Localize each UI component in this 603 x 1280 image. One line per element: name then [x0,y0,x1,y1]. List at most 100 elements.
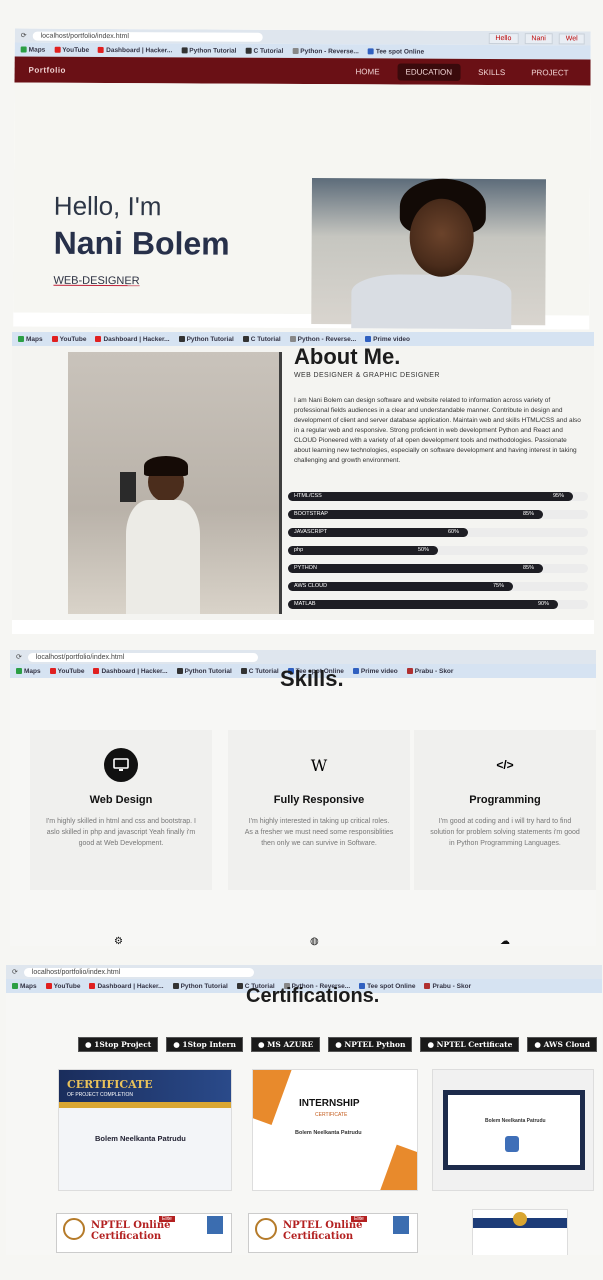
service-text: I'm highly interested in taking up criti… [244,818,394,847]
nptel-seal-icon [255,1218,277,1240]
about-subtitle: WEB DESIGNER & GRAPHIC DESIGNER [294,372,440,379]
about-paragraph: I am Nani Bolem can design software and … [294,397,581,464]
nav-home[interactable]: HOME [348,63,388,80]
cert-recipient: Bolem Neelkanta Patrudu [295,1130,362,1136]
service-card-web-design: Web Design I'm highly skilled in html an… [30,730,212,890]
cert-recipient: Bolem Neelkanta Patrudu [485,1118,546,1124]
nav-skills[interactable]: SKILLS [470,63,513,80]
service-card-responsive: W Fully Responsive I'm highly interested… [228,730,410,890]
bookmark-teespot[interactable]: Tee spot Online [367,48,424,55]
globe-icon: ◍ [310,936,319,946]
bookmark-prabu[interactable]: Prabu - Skor [424,983,471,990]
certifications-title: Certifications. [246,985,380,1007]
skill-bar-fill [288,564,543,573]
about-photo [68,352,282,614]
certifications-section: Certifications. ● 1Stop Project ● 1Stop … [6,985,602,1255]
bookmark-reverse[interactable]: Python - Reverse... [289,336,356,343]
reload-icon[interactable]: ⟳ [12,968,18,976]
code-icon: </> [496,758,514,772]
skill-label: HTML/CSS [294,493,322,499]
bookmark-prabu[interactable]: Prabu - Skor [406,668,453,675]
reload-icon[interactable]: ⟳ [16,653,22,661]
bookmark-python[interactable]: Python Tutorial [176,668,232,675]
bookmark-maps[interactable]: Maps [20,46,45,53]
skill-bar: php 50% [288,546,588,555]
filter-1stop-intern[interactable]: ● 1Stop Intern [166,1037,243,1052]
address-bar[interactable]: localhost/portfolio/index.html [23,967,254,977]
bookmark-dashboard[interactable]: Dashboard | Hacker... [95,336,170,343]
service-title: Fully Responsive [273,794,365,806]
reload-icon[interactable]: ⟳ [21,32,27,40]
nav-project[interactable]: PROJECT [523,64,576,81]
bookmark-python[interactable]: Python Tutorial [178,336,234,343]
about-screenshot: Maps YouTube Dashboard | Hacker... Pytho… [12,332,594,634]
address-bar[interactable]: localhost/portfolio/index.html [32,31,263,42]
services-section: Skills. Web Design I'm highly skilled in… [10,666,596,946]
cloud-icon: ☁ [500,936,510,946]
filter-nptel-certificate[interactable]: ● NPTEL Certificate [420,1037,520,1052]
skill-bars: HTML/CSS 95% BOOTSTRAP 85% JAVASCRIPT 60% php 5… [288,492,588,618]
cert-heading: CERTIFICATE [67,1078,153,1091]
cert-azure[interactable]: Bolem Neelkanta Patrudu [432,1069,594,1191]
service-title: Web Design [89,794,153,806]
site-logo[interactable]: Portfolio [29,65,66,74]
monitor-icon [104,748,138,782]
bookmark-youtube[interactable]: YouTube [54,46,89,53]
bookmark-maps[interactable]: Maps [16,668,41,675]
bookmark-python[interactable]: Python Tutorial [181,47,236,54]
browser-tab[interactable]: Wel [558,32,585,44]
certifications-screenshot: ⟳ localhost/portfolio/index.html Maps Yo… [6,965,602,1255]
skill-percent: 90% [538,601,550,607]
bookmark-prime[interactable]: Prime video [365,336,410,343]
skill-percent: 75% [493,583,505,589]
bookmark-c[interactable]: C Tutorial [240,668,279,675]
bookmark-maps[interactable]: Maps [12,983,37,990]
cert-internship[interactable]: INTERNSHIP CERTIFICATE Bolem Neelkanta P… [252,1069,418,1191]
browser-tab[interactable]: Nani [524,32,553,44]
cert-subheading: CERTIFICATE [315,1112,348,1118]
profile-photo [311,178,547,330]
bookmark-dashboard[interactable]: Dashboard | Hacker... [89,983,164,990]
skill-label: BOOTSTRAP [294,511,328,517]
skill-bar: PYTHON 85% [288,564,588,573]
bookmark-dashboard[interactable]: Dashboard | Hacker... [93,668,168,675]
skill-percent: 85% [523,565,535,571]
filter-1stop-project[interactable]: ● 1Stop Project [78,1037,159,1052]
bookmark-youtube[interactable]: YouTube [51,336,86,343]
services-title: Skills. [280,666,344,691]
about-title: About Me. [294,344,401,369]
cert-filter-bar: ● 1Stop Project ● 1Stop Intern ● MS AZUR… [78,1037,597,1052]
browser-tab-bar: ⟳ localhost/portfolio/index.html [6,965,602,979]
skill-bar-fill [288,546,438,555]
cert-heading: INTERNSHIP [299,1098,360,1109]
bookmark-c[interactable]: C Tutorial [242,336,281,343]
bookmark-python[interactable]: Python Tutorial [172,983,228,990]
skill-label: php [294,547,304,553]
cert-project-completion[interactable]: CERTIFICATE OF PROJECT COMPLETION Bolem … [58,1069,232,1191]
skill-bar-fill [288,492,573,501]
skill-bar-fill [288,600,558,609]
nav-education[interactable]: EDUCATION [397,62,461,81]
cert-nptel-2[interactable]: Elite NPTEL Online Certification [248,1213,418,1253]
bookmark-c[interactable]: C Tutorial [245,47,283,54]
bookmark-reverse[interactable]: Python - Reverse... [292,47,359,55]
service-title: Programming [469,794,541,806]
skill-label: MATLAB [294,601,316,607]
service-text: I'm highly skilled in html and css and b… [46,818,196,847]
bookmark-prime[interactable]: Prime video [352,668,398,675]
bookmark-youtube[interactable]: YouTube [45,983,80,990]
filter-ms-azure[interactable]: ● MS AZURE [250,1037,321,1052]
hero-section: Hello, I'm Nani Bolem WEB-DESIGNER [13,82,591,330]
address-bar[interactable]: localhost/portfolio/index.html [27,652,258,662]
bookmark-dashboard[interactable]: Dashboard | Hacker... [98,46,172,54]
filter-nptel-python[interactable]: ● NPTEL Python [328,1037,413,1052]
cert-nptel-1[interactable]: Elite NPTEL Online Certification [56,1213,232,1253]
service-card-programming: </> Programming I'm good at coding and i… [414,730,596,890]
bookmark-maps[interactable]: Maps [18,336,43,343]
browser-tab[interactable]: Hello [488,32,519,44]
browser-tab-bar: ⟳ localhost/portfolio/index.html [10,650,596,664]
bookmark-youtube[interactable]: YouTube [49,668,84,675]
cert-aws[interactable] [472,1209,568,1255]
hero-role-link[interactable]: WEB-DESIGNER [53,275,139,287]
filter-aws-cloud[interactable]: ● AWS Cloud [527,1037,597,1052]
